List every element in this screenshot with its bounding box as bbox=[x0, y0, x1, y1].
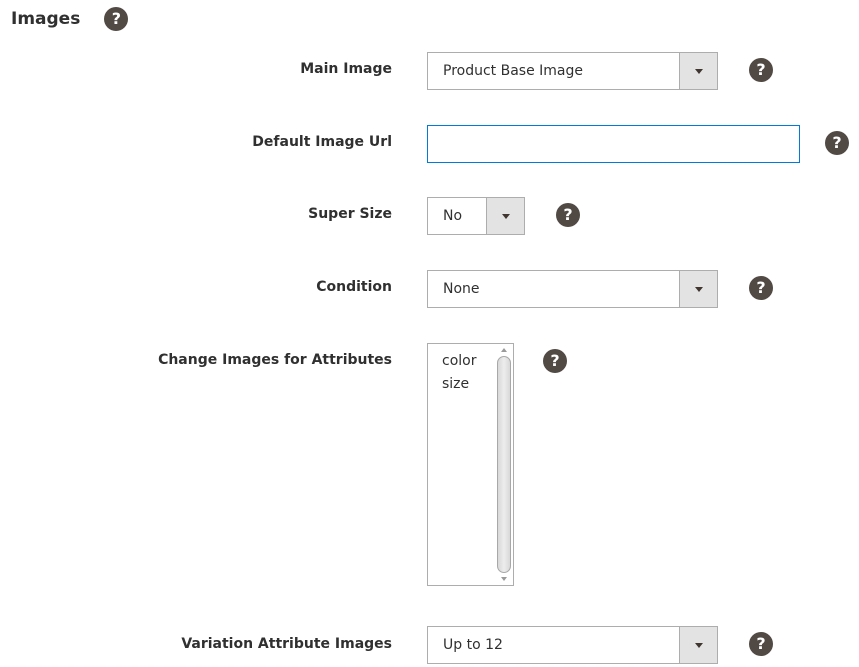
main-image-label: Main Image bbox=[300, 61, 392, 77]
scrollbar-thumb[interactable] bbox=[497, 356, 511, 573]
default-image-url-label: Default Image Url bbox=[252, 134, 392, 150]
variation-attribute-images-value: Up to 12 bbox=[443, 637, 503, 653]
condition-value: None bbox=[443, 281, 480, 297]
condition-label: Condition bbox=[316, 279, 392, 295]
main-image-select[interactable]: Product Base Image bbox=[427, 52, 718, 90]
change-images-for-attributes-multiselect[interactable]: color size bbox=[427, 343, 514, 586]
chevron-down-icon[interactable] bbox=[679, 53, 717, 89]
main-image-help-icon[interactable]: ? bbox=[749, 58, 773, 82]
scroll-down-icon[interactable] bbox=[497, 574, 511, 584]
condition-help-icon[interactable]: ? bbox=[749, 276, 773, 300]
main-image-value: Product Base Image bbox=[443, 63, 583, 79]
chevron-down-icon[interactable] bbox=[486, 198, 524, 234]
chevron-down-icon[interactable] bbox=[679, 627, 717, 663]
super-size-help-icon[interactable]: ? bbox=[556, 203, 580, 227]
list-option-color[interactable]: color bbox=[442, 353, 476, 369]
default-image-url-help-icon[interactable]: ? bbox=[825, 131, 849, 155]
list-option-size[interactable]: size bbox=[442, 376, 469, 392]
variation-attribute-images-label: Variation Attribute Images bbox=[181, 636, 392, 652]
variation-attribute-images-help-icon[interactable]: ? bbox=[749, 632, 773, 656]
super-size-select[interactable]: No bbox=[427, 197, 525, 235]
change-images-for-attributes-label: Change Images for Attributes bbox=[158, 352, 392, 368]
change-images-help-icon[interactable]: ? bbox=[543, 349, 567, 373]
super-size-label: Super Size bbox=[308, 206, 392, 222]
variation-attribute-images-select[interactable]: Up to 12 bbox=[427, 626, 718, 664]
condition-select[interactable]: None bbox=[427, 270, 718, 308]
super-size-value: No bbox=[443, 208, 463, 224]
section-title: Images bbox=[11, 9, 81, 29]
scroll-up-icon[interactable] bbox=[497, 345, 511, 355]
listbox-scrollbar[interactable] bbox=[497, 345, 511, 584]
default-image-url-input[interactable] bbox=[427, 125, 800, 163]
section-help-icon[interactable]: ? bbox=[104, 7, 129, 31]
chevron-down-icon[interactable] bbox=[679, 271, 717, 307]
section-header: Images ? bbox=[11, 5, 129, 33]
